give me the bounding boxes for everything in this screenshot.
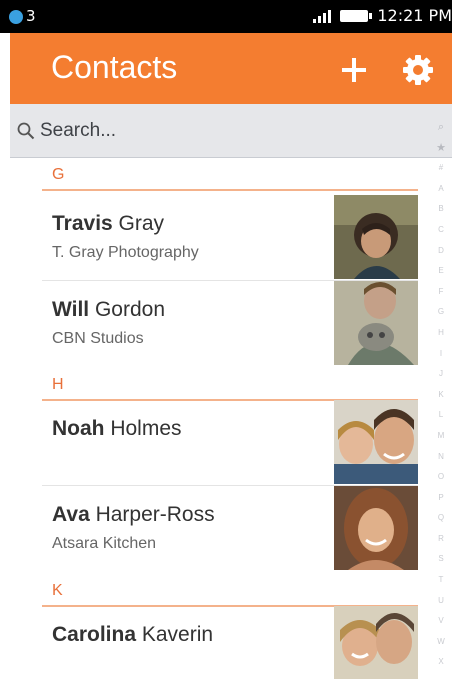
alpha-index-item[interactable]: V bbox=[438, 611, 443, 632]
contact-organization: T. Gray Photography bbox=[52, 244, 199, 261]
alpha-index-item[interactable]: J bbox=[439, 364, 443, 385]
section-letter: H bbox=[52, 376, 64, 393]
alpha-index-item[interactable]: # bbox=[439, 158, 443, 179]
gear-icon bbox=[403, 55, 433, 85]
alpha-index-item[interactable]: C bbox=[438, 220, 444, 241]
contact-row-travis-gray[interactable]: Travis Gray T. Gray Photography bbox=[42, 195, 418, 279]
notification-indicator[interactable]: 3 bbox=[9, 8, 36, 25]
contact-photo bbox=[334, 606, 418, 679]
alpha-index-item[interactable]: E bbox=[438, 261, 443, 282]
contact-name: Will Gordon bbox=[52, 298, 166, 321]
notification-icon bbox=[9, 9, 23, 24]
contact-photo bbox=[334, 195, 418, 279]
alpha-index-item[interactable]: X bbox=[438, 652, 443, 673]
contact-name: Travis Gray bbox=[52, 212, 165, 235]
alpha-index-item[interactable]: H bbox=[438, 323, 444, 344]
alpha-index-item[interactable]: Q bbox=[438, 508, 444, 529]
alpha-index-item[interactable]: G bbox=[438, 302, 444, 323]
contact-photo bbox=[334, 400, 418, 484]
search-bar bbox=[10, 104, 452, 158]
alpha-index-item[interactable]: F bbox=[439, 282, 444, 303]
page-title: Contacts bbox=[51, 49, 178, 85]
alpha-index-item[interactable]: A bbox=[438, 179, 443, 200]
plus-icon bbox=[342, 58, 366, 82]
alpha-index-item[interactable]: B bbox=[438, 199, 443, 220]
section-header-h: H bbox=[42, 371, 418, 401]
battery-icon bbox=[340, 10, 373, 22]
settings-button[interactable] bbox=[398, 50, 438, 90]
star-icon[interactable]: ★ bbox=[436, 138, 446, 159]
contact-row-will-gordon[interactable]: Will Gordon CBN Studios bbox=[42, 280, 418, 365]
signal-icon bbox=[313, 9, 332, 23]
alphabet-index[interactable]: ⌕ ★ # A B C D E F G H I J K L M N O P Q … bbox=[430, 117, 452, 679]
contact-organization: CBN Studios bbox=[52, 330, 144, 347]
contact-name: Carolina Kaverin bbox=[52, 623, 214, 646]
search-input[interactable] bbox=[40, 116, 420, 146]
contact-photo bbox=[334, 486, 418, 570]
contact-row-noah-holmes[interactable]: Noah Holmes bbox=[42, 400, 418, 484]
section-header-k: K bbox=[42, 577, 418, 607]
section-letter: G bbox=[52, 166, 65, 183]
section-header-g: G bbox=[42, 161, 418, 191]
app-header: Contacts bbox=[10, 33, 452, 104]
alpha-index-item[interactable]: D bbox=[438, 241, 444, 262]
alpha-index-item[interactable]: W bbox=[437, 632, 445, 653]
alpha-index-item[interactable]: S bbox=[438, 549, 443, 570]
alpha-index-item[interactable]: L bbox=[439, 405, 443, 426]
alpha-index-item[interactable]: T bbox=[439, 570, 444, 591]
contact-organization: Atsara Kitchen bbox=[52, 535, 157, 552]
section-letter: K bbox=[52, 582, 63, 599]
alpha-index-item[interactable]: R bbox=[438, 529, 444, 550]
notification-count: 3 bbox=[26, 7, 36, 25]
contact-row-ava-harper-ross[interactable]: Ava Harper-Ross Atsara Kitchen bbox=[42, 485, 418, 570]
contact-photo bbox=[334, 281, 418, 365]
alpha-index-item[interactable]: O bbox=[438, 467, 444, 488]
alpha-index-item[interactable]: N bbox=[438, 447, 444, 468]
alpha-index-item[interactable]: U bbox=[438, 591, 444, 612]
alpha-index-item[interactable]: P bbox=[438, 488, 443, 509]
search-icon[interactable]: ⌕ bbox=[438, 117, 444, 138]
contact-row-carolina-kaverin[interactable]: Carolina Kaverin bbox=[42, 606, 418, 690]
alpha-index-item[interactable]: K bbox=[438, 385, 443, 406]
status-bar: 3 12:21 PM bbox=[0, 0, 452, 33]
clock: 12:21 PM bbox=[377, 6, 452, 25]
contact-name: Noah Holmes bbox=[52, 417, 182, 440]
search-icon bbox=[17, 122, 35, 140]
alpha-index-item[interactable]: I bbox=[440, 344, 442, 365]
add-contact-button[interactable] bbox=[336, 52, 372, 88]
alpha-index-item[interactable]: M bbox=[438, 426, 445, 447]
contact-name: Ava Harper-Ross bbox=[52, 503, 215, 526]
